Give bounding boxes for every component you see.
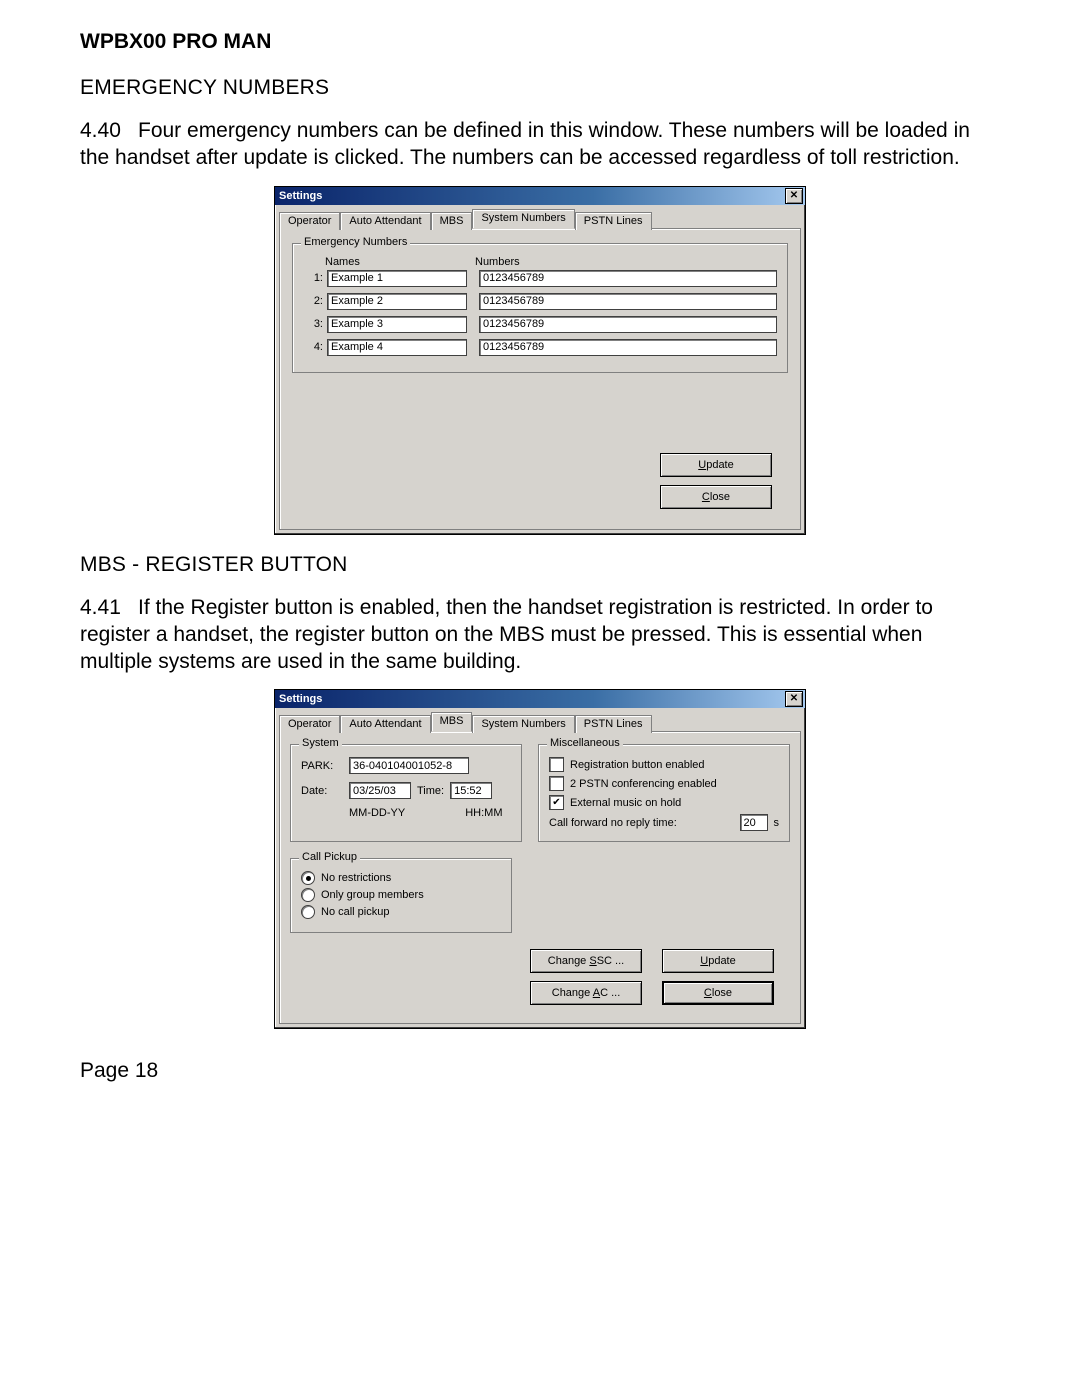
tab-system-numbers[interactable]: System Numbers: [472, 715, 574, 733]
number-input-4[interactable]: [479, 339, 777, 356]
registration-checkbox[interactable]: [549, 757, 564, 772]
window-title: Settings: [279, 693, 322, 705]
date-format-hint: MM-DD-YY: [349, 807, 405, 819]
number-input-1[interactable]: [479, 270, 777, 287]
titlebar: Settings ✕: [275, 187, 805, 205]
emergency-numbers-group: Emergency Numbers Names Numbers 1: 2:: [292, 243, 788, 373]
radio-label: No restrictions: [321, 872, 391, 884]
tab-bar: Operator Auto Attendant MBS System Numbe…: [275, 205, 805, 229]
miscellaneous-group: Miscellaneous Registration button enable…: [538, 744, 790, 842]
update-button[interactable]: Update: [662, 949, 774, 973]
group-legend: System: [299, 737, 342, 749]
update-button[interactable]: Update: [660, 453, 772, 477]
tab-bar: Operator Auto Attendant MBS System Numbe…: [275, 708, 805, 732]
window-title: Settings: [279, 190, 322, 202]
change-ac-button[interactable]: Change AC ...: [530, 981, 642, 1005]
tab-panel: System PARK: Date: Time: MM-DD-YY: [279, 731, 801, 1024]
emergency-row: 4:: [303, 339, 777, 356]
call-forward-label: Call forward no reply time:: [549, 817, 677, 829]
radio-no-restrictions[interactable]: [301, 871, 315, 885]
close-button[interactable]: Close: [662, 981, 774, 1005]
tab-panel: Emergency Numbers Names Numbers 1: 2:: [279, 228, 801, 530]
titlebar: Settings ✕: [275, 690, 805, 708]
call-forward-unit: s: [774, 817, 780, 829]
close-button[interactable]: Close: [660, 485, 772, 509]
row-index: 2:: [303, 295, 327, 307]
tab-system-numbers[interactable]: System Numbers: [472, 209, 574, 229]
group-legend: Emergency Numbers: [301, 236, 410, 248]
registration-label: Registration button enabled: [570, 759, 705, 771]
tab-auto-attendant[interactable]: Auto Attendant: [340, 715, 430, 733]
settings-dialog-emergency: Settings ✕ Operator Auto Attendant MBS S…: [274, 186, 806, 535]
call-forward-time-input[interactable]: [740, 814, 768, 831]
tab-operator[interactable]: Operator: [279, 212, 340, 230]
time-format-hint: HH:MM: [465, 807, 502, 819]
emergency-row: 3:: [303, 316, 777, 333]
group-legend: Call Pickup: [299, 851, 360, 863]
para-num: 4.41: [80, 595, 138, 622]
name-input-2[interactable]: [327, 293, 467, 310]
paragraph-4-41: 4.41If the Register button is enabled, t…: [80, 595, 1000, 676]
settings-dialog-mbs: Settings ✕ Operator Auto Attendant MBS S…: [274, 689, 806, 1029]
number-input-2[interactable]: [479, 293, 777, 310]
radio-only-group-members[interactable]: [301, 888, 315, 902]
tab-mbs[interactable]: MBS: [431, 212, 473, 230]
section-emergency-title: EMERGENCY NUMBERS: [80, 76, 1000, 100]
para-num: 4.40: [80, 118, 138, 145]
pstn-conf-checkbox[interactable]: [549, 776, 564, 791]
date-label: Date:: [301, 785, 343, 797]
name-input-3[interactable]: [327, 316, 467, 333]
number-input-3[interactable]: [479, 316, 777, 333]
row-index: 3:: [303, 318, 327, 330]
radio-label: Only group members: [321, 889, 424, 901]
date-input[interactable]: [349, 782, 411, 799]
row-index: 1:: [303, 272, 327, 284]
external-music-checkbox[interactable]: [549, 795, 564, 810]
column-header-names: Names: [325, 256, 475, 268]
section-mbs-register-title: MBS - REGISTER BUTTON: [80, 553, 1000, 577]
emergency-row: 2:: [303, 293, 777, 310]
call-pickup-group: Call Pickup No restrictions Only group m…: [290, 858, 512, 933]
doc-header: WPBX00 PRO MAN: [80, 30, 1000, 54]
pstn-conf-label: 2 PSTN conferencing enabled: [570, 778, 717, 790]
page-number: Page 18: [80, 1059, 1000, 1083]
name-input-1[interactable]: [327, 270, 467, 287]
tab-operator[interactable]: Operator: [279, 715, 340, 733]
close-icon[interactable]: ✕: [785, 691, 803, 707]
radio-label: No call pickup: [321, 906, 389, 918]
paragraph-4-40: 4.40Four emergency numbers can be define…: [80, 118, 1000, 172]
time-input[interactable]: [450, 782, 492, 799]
close-icon[interactable]: ✕: [785, 188, 803, 204]
change-ssc-button[interactable]: Change SSC ...: [530, 949, 642, 973]
row-index: 4:: [303, 341, 327, 353]
tab-pstn-lines[interactable]: PSTN Lines: [575, 715, 652, 733]
external-music-label: External music on hold: [570, 797, 681, 809]
time-label: Time:: [417, 785, 444, 797]
para-text: If the Register button is enabled, then …: [80, 596, 933, 673]
system-group: System PARK: Date: Time: MM-DD-YY: [290, 744, 522, 842]
emergency-row: 1:: [303, 270, 777, 287]
park-label: PARK:: [301, 760, 343, 772]
tab-pstn-lines[interactable]: PSTN Lines: [575, 212, 652, 230]
group-legend: Miscellaneous: [547, 737, 623, 749]
park-input[interactable]: [349, 757, 469, 774]
name-input-4[interactable]: [327, 339, 467, 356]
radio-no-call-pickup[interactable]: [301, 905, 315, 919]
tab-auto-attendant[interactable]: Auto Attendant: [340, 212, 430, 230]
column-header-numbers: Numbers: [475, 256, 777, 268]
tab-mbs[interactable]: MBS: [431, 712, 473, 732]
para-text: Four emergency numbers can be defined in…: [80, 119, 970, 169]
